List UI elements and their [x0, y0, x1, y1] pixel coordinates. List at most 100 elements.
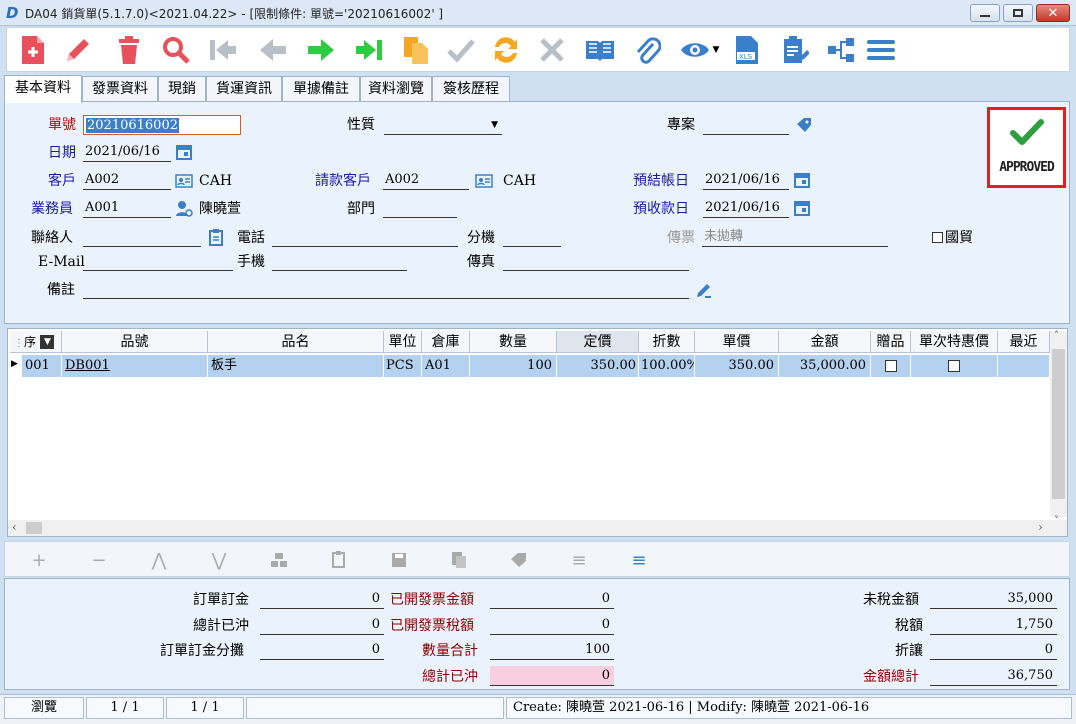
- save-row-button[interactable]: [389, 550, 409, 570]
- tag-icon[interactable]: [795, 116, 813, 134]
- salesman-code-field[interactable]: A001: [83, 198, 171, 218]
- first-record-button[interactable]: [207, 34, 239, 66]
- add-row-button[interactable]: +: [29, 550, 49, 571]
- scroll-down-icon[interactable]: ˅: [1054, 516, 1059, 527]
- tab-cash-sale[interactable]: 現銷: [158, 76, 206, 102]
- column-header-unit[interactable]: 單位: [384, 331, 422, 353]
- mobile-field[interactable]: [272, 251, 407, 271]
- billing-customer-code-field[interactable]: A002: [383, 170, 469, 190]
- tab-document-notes[interactable]: 單據備註: [282, 76, 360, 102]
- report-button[interactable]: [779, 34, 811, 66]
- scroll-right-icon[interactable]: ›: [1038, 520, 1043, 534]
- vertical-scrollbar[interactable]: ˄: [1050, 331, 1067, 517]
- cell-recent[interactable]: [998, 355, 1050, 377]
- column-header-list-price[interactable]: 定價: [557, 331, 639, 353]
- maximize-button[interactable]: [1003, 4, 1033, 22]
- copy-row-button[interactable]: [449, 550, 469, 570]
- phone-field[interactable]: [272, 227, 458, 247]
- convert-button[interactable]: [490, 34, 522, 66]
- date-field[interactable]: 2021/06/16: [83, 142, 171, 162]
- tab-approval-history[interactable]: 簽核歷程: [432, 76, 510, 102]
- user-search-icon[interactable]: [175, 200, 193, 218]
- email-field[interactable]: [83, 251, 233, 271]
- contact-field[interactable]: [83, 227, 201, 247]
- column-header-special-price[interactable]: 單次特惠價: [911, 331, 998, 353]
- calendar-icon[interactable]: [793, 199, 811, 217]
- attachment-button[interactable]: [631, 34, 663, 66]
- list-button[interactable]: ≡: [569, 550, 589, 571]
- column-header-gift[interactable]: 贈品: [871, 331, 911, 353]
- horizontal-scrollbar[interactable]: ‹ › ˅: [8, 516, 1067, 536]
- column-header-warehouse[interactable]: 倉庫: [422, 331, 470, 353]
- grid-menu-button[interactable]: ≡: [629, 550, 649, 571]
- next-record-button[interactable]: [305, 34, 337, 66]
- expected-close-field[interactable]: 2021/06/16: [703, 170, 789, 190]
- column-header-qty[interactable]: 數量: [470, 331, 557, 353]
- edit-button[interactable]: [62, 34, 94, 66]
- tab-shipping-info[interactable]: 貨運資訊: [206, 76, 282, 102]
- tag-row-button[interactable]: [509, 550, 529, 570]
- search-button[interactable]: [160, 34, 192, 66]
- contact-card-icon[interactable]: [175, 172, 193, 190]
- view-dropdown-button[interactable]: ▼: [677, 34, 721, 66]
- remove-row-button[interactable]: −: [89, 550, 109, 571]
- insert-row-button[interactable]: [269, 550, 289, 570]
- manual-button[interactable]: [584, 34, 616, 66]
- edit-pen-icon[interactable]: [695, 281, 713, 299]
- new-button[interactable]: [17, 34, 49, 66]
- paste-button[interactable]: [329, 550, 349, 570]
- column-header-seq[interactable]: ⋮序 ▼: [10, 331, 62, 353]
- nature-select[interactable]: ▼: [384, 115, 502, 135]
- confirm-button[interactable]: [445, 34, 477, 66]
- column-header-discount[interactable]: 折數: [639, 331, 695, 353]
- gift-checkbox[interactable]: [884, 359, 897, 372]
- project-field[interactable]: [703, 115, 789, 135]
- cell-amount[interactable]: 35,000.00: [779, 355, 871, 377]
- vertical-scroll-thumb[interactable]: [1052, 349, 1065, 499]
- cell-discount[interactable]: 100.00%: [639, 355, 695, 377]
- horizontal-scroll-thumb[interactable]: [26, 522, 42, 534]
- column-header-item-name[interactable]: 品名: [208, 331, 384, 353]
- tab-invoice-info[interactable]: 發票資料: [82, 76, 158, 102]
- cancel-button[interactable]: [536, 34, 568, 66]
- column-header-recent[interactable]: 最近: [998, 331, 1050, 353]
- order-no-field[interactable]: 20210616002: [83, 115, 241, 135]
- ext-field[interactable]: [503, 227, 561, 247]
- delete-button[interactable]: [113, 34, 145, 66]
- close-button[interactable]: ✕: [1036, 4, 1070, 22]
- tab-basic-info[interactable]: 基本資料: [4, 75, 82, 103]
- calendar-icon[interactable]: [793, 171, 811, 189]
- cell-list-price[interactable]: 350.00: [557, 355, 639, 377]
- cell-unit[interactable]: PCS: [384, 355, 422, 377]
- menu-button[interactable]: [865, 34, 897, 66]
- clipboard-icon[interactable]: [207, 228, 225, 246]
- cell-item-name[interactable]: 板手: [208, 355, 384, 377]
- fax-field[interactable]: [503, 251, 689, 271]
- column-header-item-no[interactable]: 品號: [62, 331, 208, 353]
- calendar-icon[interactable]: [175, 143, 193, 161]
- department-field[interactable]: [383, 198, 457, 218]
- international-checkbox[interactable]: [932, 232, 943, 243]
- cell-seq[interactable]: 001: [22, 355, 62, 377]
- note-field[interactable]: [83, 279, 689, 299]
- expected-collect-field[interactable]: 2021/06/16: [703, 198, 789, 218]
- cell-special-price[interactable]: [911, 355, 998, 377]
- minimize-button[interactable]: [970, 4, 1000, 22]
- column-header-amount[interactable]: 金額: [779, 331, 871, 353]
- contact-card-icon[interactable]: [475, 172, 493, 190]
- last-record-button[interactable]: [353, 34, 385, 66]
- scroll-left-icon[interactable]: ‹: [12, 520, 17, 534]
- tab-data-browse[interactable]: 資料瀏覽: [360, 76, 432, 102]
- move-up-button[interactable]: ⋀: [149, 550, 169, 571]
- previous-record-button[interactable]: [257, 34, 289, 66]
- customer-code-field[interactable]: A002: [83, 170, 171, 190]
- move-down-button[interactable]: ⋁: [209, 550, 229, 571]
- column-header-unit-price[interactable]: 單價: [695, 331, 779, 353]
- cell-qty[interactable]: 100: [470, 355, 557, 377]
- cell-unit-price[interactable]: 350.00: [695, 355, 779, 377]
- flow-button[interactable]: [825, 34, 857, 66]
- cell-item-no[interactable]: DB001: [62, 355, 208, 377]
- cell-warehouse[interactable]: A01: [422, 355, 470, 377]
- cell-gift[interactable]: [871, 355, 911, 377]
- copy-button[interactable]: [400, 34, 432, 66]
